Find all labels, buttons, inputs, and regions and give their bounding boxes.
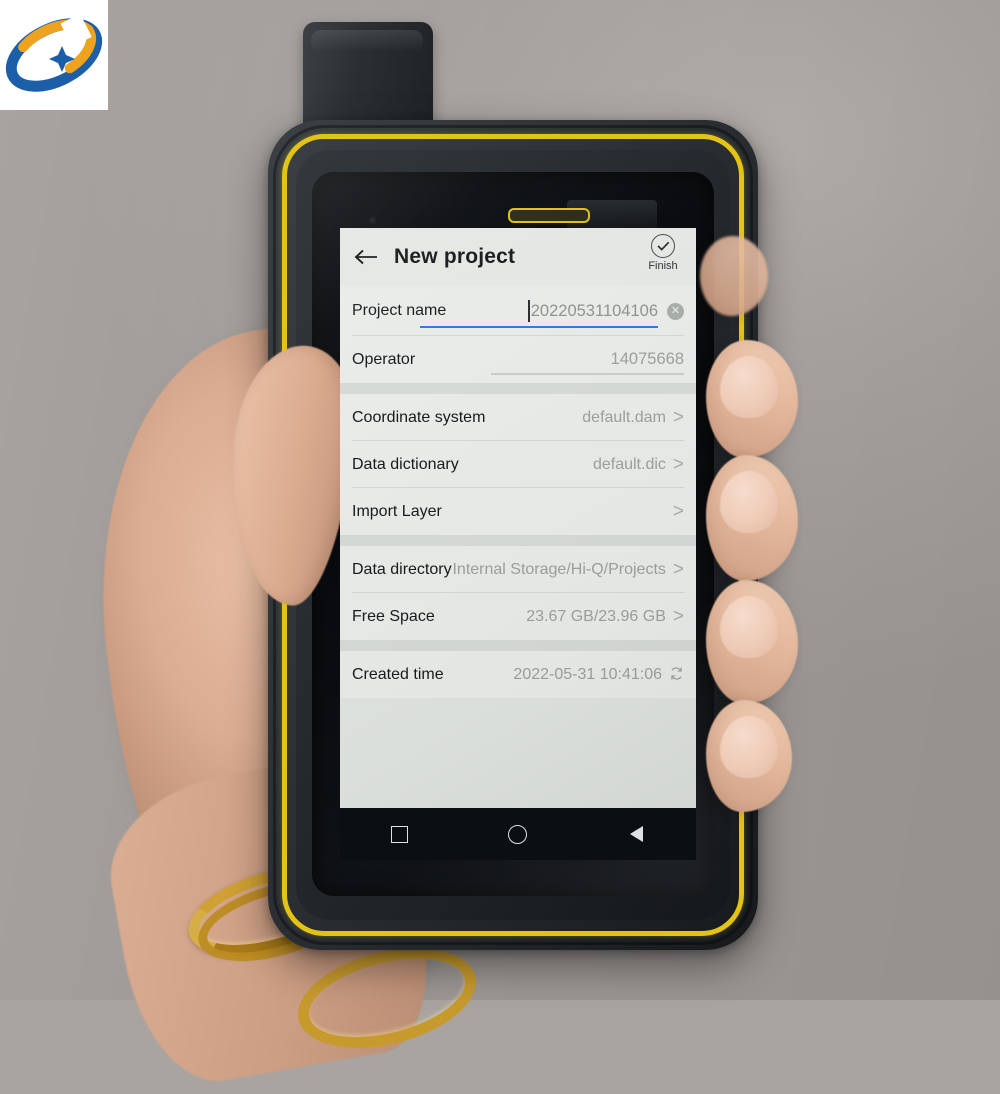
clear-circle-icon[interactable]: ✕ [667, 302, 684, 320]
fingernail [720, 596, 778, 658]
form-group-identity: Project name 20220531104106 ✕ Operator 1… [340, 286, 696, 383]
row-created-time: Created time 2022-05-31 10:41:06 [340, 651, 696, 698]
row-label: Coordinate system [352, 408, 486, 426]
android-navigation-bar [340, 808, 696, 860]
operator-value: 14075668 [610, 350, 684, 368]
chevron-right-icon: > [672, 501, 684, 522]
row-label: Created time [352, 665, 444, 683]
group-divider [340, 640, 696, 651]
triangle-back-icon[interactable] [624, 821, 650, 847]
check-circle-icon [651, 234, 675, 258]
row-value: 2022-05-31 10:41:06 [513, 665, 662, 683]
chevron-right-icon: > [672, 606, 684, 627]
row-operator[interactable]: Operator 14075668 [340, 336, 696, 383]
app-screen: New project Finish Project name 20220531… [340, 228, 696, 808]
front-camera-icon [368, 216, 377, 225]
row-label: Project name [352, 302, 447, 319]
project-name-value: 20220531104106 [530, 301, 658, 320]
brand-logo [0, 0, 108, 110]
row-import-layer[interactable]: Import Layer > [340, 488, 696, 535]
row-value: default.dic [592, 455, 666, 473]
row-coordinate-system[interactable]: Coordinate system default.dam > [340, 394, 696, 441]
back-arrow-icon[interactable] [350, 240, 384, 274]
group-divider [340, 383, 696, 394]
finish-button[interactable]: Finish [640, 234, 686, 272]
row-value: Internal Storage/Hi-Q/Projects [452, 560, 666, 578]
chevron-right-icon: > [672, 559, 684, 580]
row-data-dictionary[interactable]: Data dictionary default.dic > [340, 441, 696, 488]
group-divider [340, 535, 696, 546]
page-title: New project [394, 245, 516, 268]
empty-area [340, 698, 696, 808]
form-group-settings: Coordinate system default.dam > Data dic… [340, 394, 696, 535]
row-label: Data directory [352, 560, 452, 578]
fingernail [720, 471, 778, 533]
square-recents-icon[interactable] [386, 821, 412, 847]
project-name-input[interactable]: 20220531104106 ✕ [419, 294, 684, 328]
fingernail [720, 356, 778, 418]
row-label: Data dictionary [352, 455, 459, 473]
row-value: 23.67 GB/23.96 GB [526, 607, 666, 625]
chevron-right-icon: > [672, 407, 684, 428]
row-label: Import Layer [352, 502, 442, 520]
row-data-directory[interactable]: Data directory Internal Storage/Hi-Q/Pro… [340, 546, 696, 593]
earpiece-speaker-grille [508, 208, 590, 223]
row-project-name[interactable]: Project name 20220531104106 ✕ [340, 286, 696, 336]
focused-underline [419, 325, 658, 328]
circle-home-icon[interactable] [505, 821, 531, 847]
fingernail [720, 716, 778, 778]
form-group-meta: Created time 2022-05-31 10:41:06 [340, 651, 696, 698]
row-label: Operator [352, 350, 416, 368]
row-value: default.dam [582, 408, 666, 426]
input-underline [490, 373, 684, 375]
refresh-icon[interactable] [669, 666, 684, 684]
finish-label: Finish [648, 260, 678, 272]
operator-input[interactable]: 14075668 [490, 345, 684, 375]
row-label: Free Space [352, 607, 435, 625]
text-caret [527, 300, 530, 322]
form-group-storage: Data directory Internal Storage/Hi-Q/Pro… [340, 546, 696, 640]
app-bar: New project Finish [340, 228, 696, 286]
row-free-space[interactable]: Free Space 23.67 GB/23.96 GB > [340, 593, 696, 640]
chevron-right-icon: > [672, 454, 684, 475]
